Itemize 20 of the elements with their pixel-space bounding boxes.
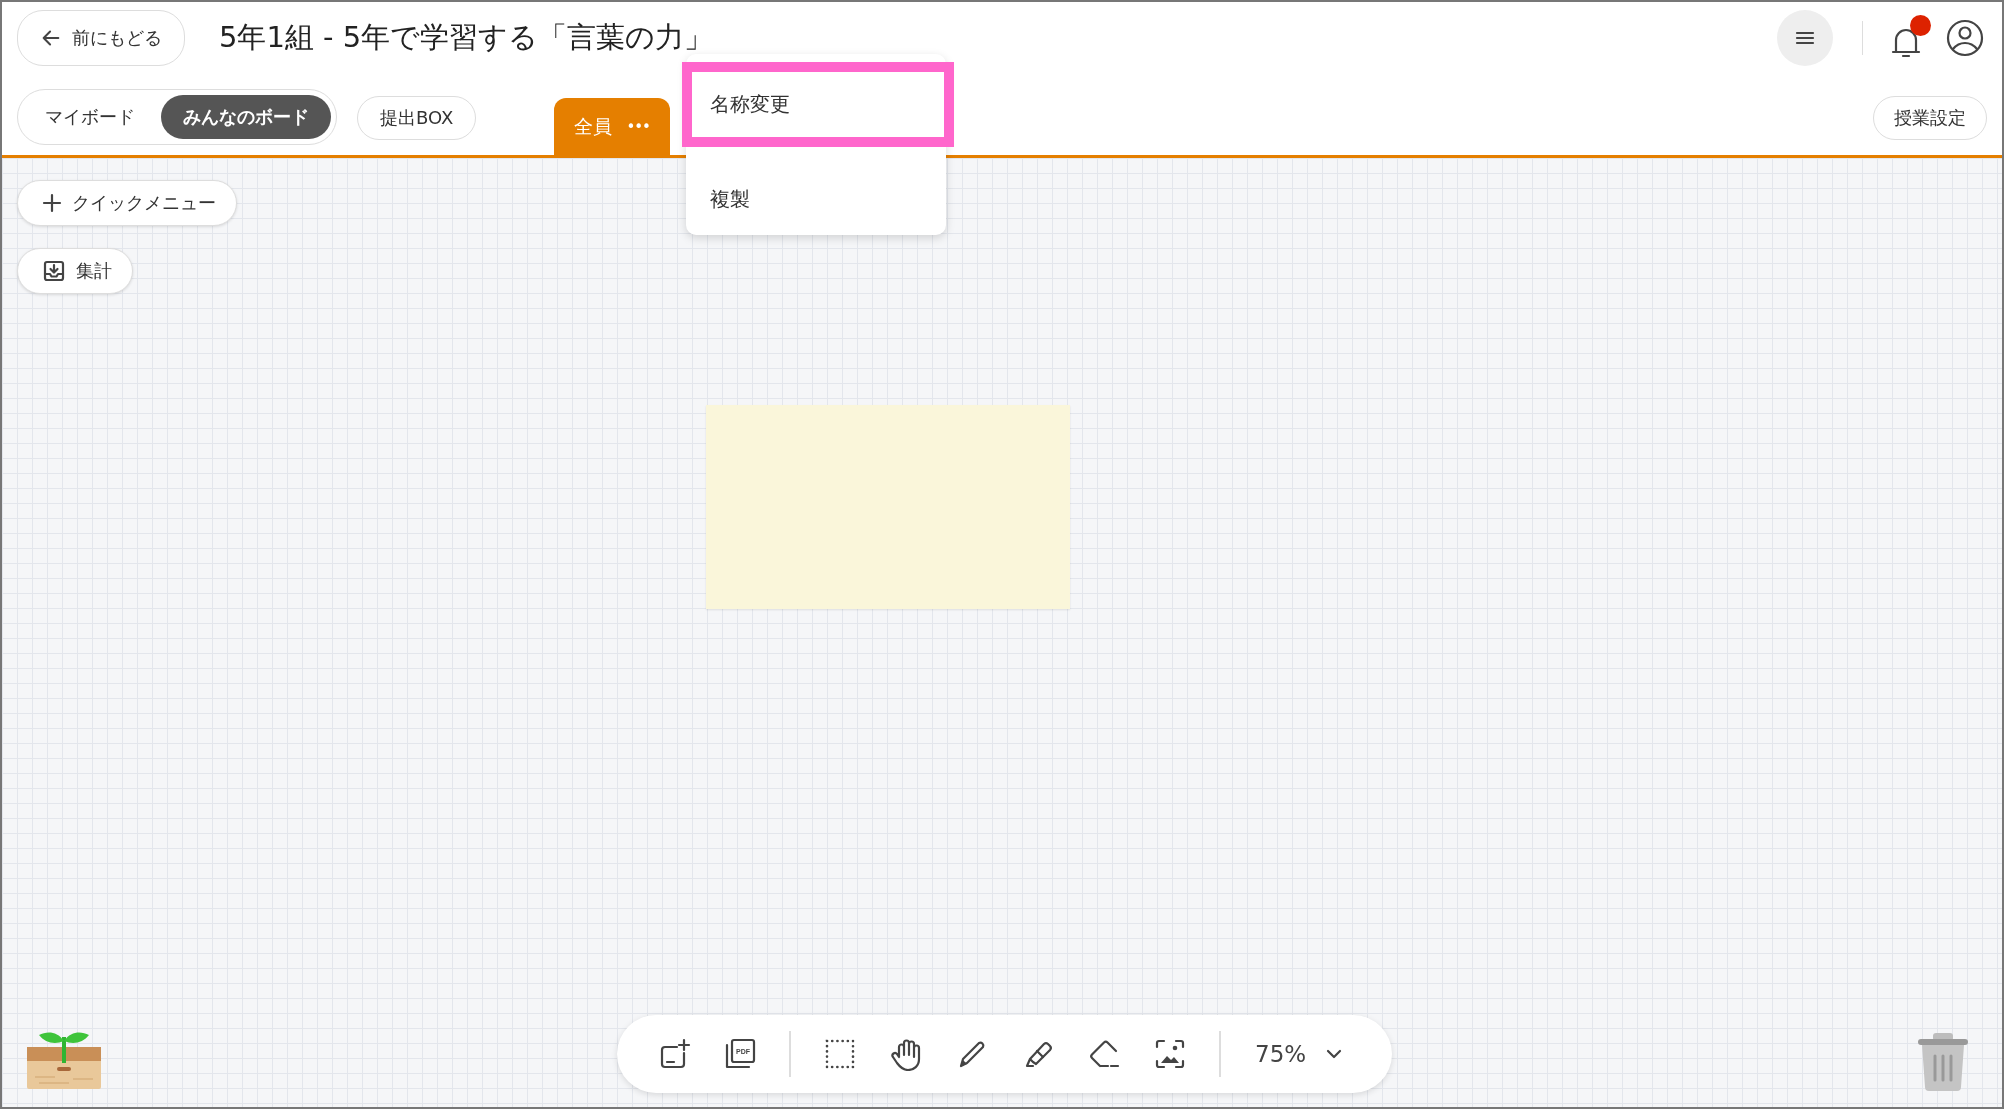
download-tray-icon <box>42 259 66 283</box>
trash-icon[interactable] <box>1917 1032 1969 1092</box>
selection-icon[interactable] <box>823 1037 857 1071</box>
submit-box-button[interactable]: 提出BOX <box>357 96 477 140</box>
menu-button[interactable] <box>1777 10 1833 66</box>
user-icon <box>1945 18 1985 58</box>
canvas-button[interactable]: クイックメニュー <box>17 180 237 226</box>
account-button[interactable] <box>1945 18 1985 58</box>
back-button[interactable]: 前にもどる <box>17 10 185 66</box>
menu-item[interactable]: 名称変更 <box>682 62 954 147</box>
board-switch-tab[interactable]: みんなのボード <box>161 95 331 139</box>
board-title: 5年1組 - 5年で学習する「言葉の力」 <box>219 19 714 56</box>
hand-icon[interactable] <box>889 1037 923 1071</box>
plus-icon <box>42 193 62 213</box>
image-icon[interactable] <box>1153 1037 1187 1071</box>
lesson-settings-button[interactable]: 授業設定 <box>1873 96 1987 140</box>
zoom-select[interactable]: 75% <box>1255 1041 1345 1067</box>
canvas-button[interactable]: 集計 <box>17 248 133 294</box>
menu-item[interactable]: 複製 <box>686 163 946 235</box>
board-switch-tab[interactable]: マイボード <box>23 95 157 139</box>
